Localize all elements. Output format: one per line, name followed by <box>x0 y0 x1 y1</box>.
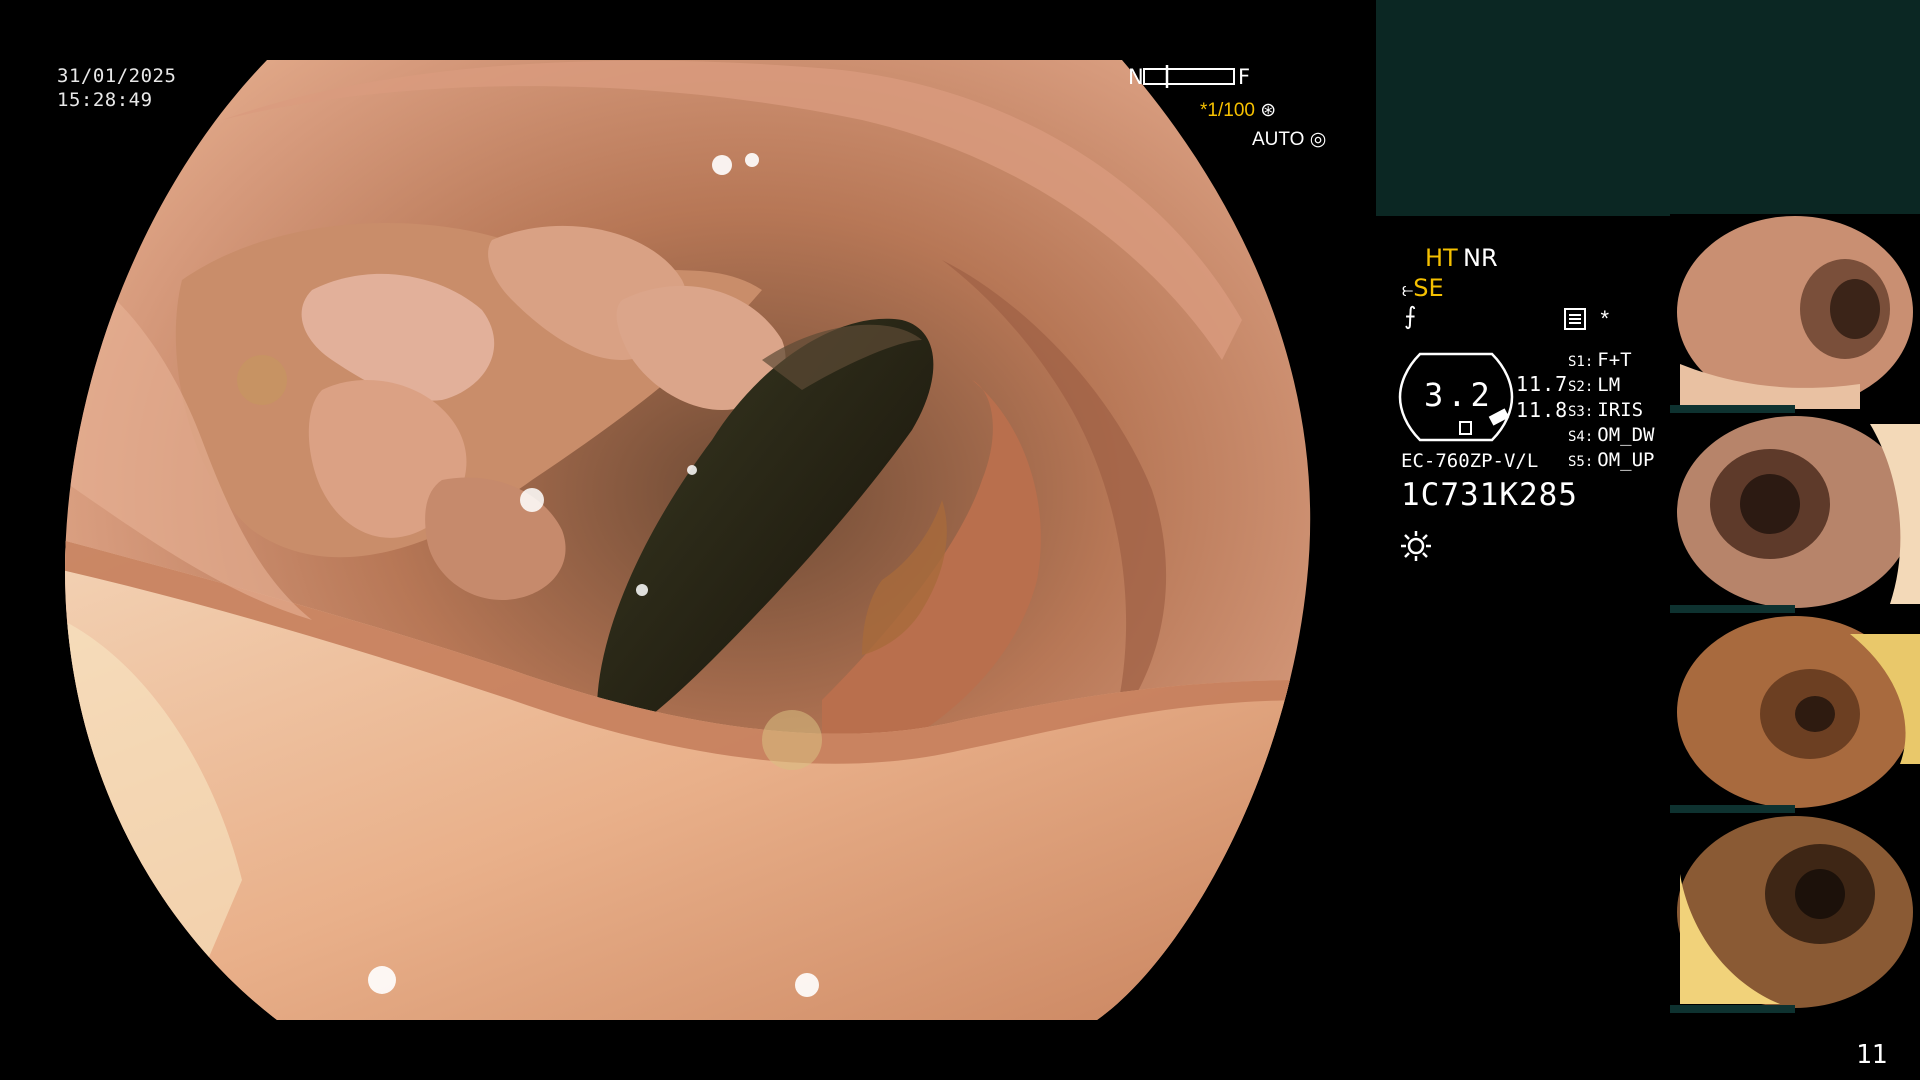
near-letter: N <box>1128 65 1144 89</box>
aperture-icon: ⊛ <box>1260 100 1277 121</box>
ht-label: HT <box>1425 244 1458 272</box>
record-icon <box>1564 308 1586 330</box>
asterisk-indicator: * <box>1600 306 1610 331</box>
capture-thumbnail-4[interactable] <box>1670 814 1920 1009</box>
se-row: ⥼SE <box>1402 274 1444 302</box>
se-label: SE <box>1413 274 1444 302</box>
status-icon-row: * <box>1564 306 1609 332</box>
zoom-side-b: 11.8 <box>1516 398 1569 422</box>
page-number: 11 <box>1856 1040 1888 1070</box>
near-far-scale: N F <box>1128 64 1253 90</box>
capture-thumbnail-3[interactable] <box>1670 614 1920 809</box>
switch-item: S3: IRIS <box>1568 399 1644 421</box>
time-label: 15:28:49 <box>57 89 153 111</box>
info-panel <box>1376 0 1920 216</box>
light-source-icon <box>1400 530 1432 562</box>
nr-label: NR <box>1463 244 1498 272</box>
iris-icon: ◎ <box>1309 129 1327 150</box>
thumbnail-bar <box>1670 1005 1795 1013</box>
filter-icon: ⨍ <box>1404 302 1417 330</box>
endoscopy-image <box>62 60 1312 1020</box>
date-label: 31/01/2025 <box>57 65 177 87</box>
scope-model: EC-760ZP-V/L <box>1401 450 1539 472</box>
switch-item: S4: OM_DW <box>1568 424 1655 446</box>
enhance-icon: ⥼ <box>1402 277 1414 301</box>
switch-item: S1: F+T <box>1568 349 1632 371</box>
shutter-speed: 1/100 <box>1207 100 1255 121</box>
switch-assignment-list: S1: F+T S2: LM S3: IRIS S4: OM_DW S5: OM_UP <box>1568 348 1655 473</box>
thumbnail-bar <box>1670 405 1795 413</box>
scope-serial: 1C731K285 <box>1401 477 1578 513</box>
zoom-side-a: 11.7 <box>1516 372 1569 396</box>
far-letter: F <box>1238 65 1250 89</box>
shutter-speed-row: *1/100 ⊛ <box>1200 99 1276 122</box>
zoom-value: 3.2 <box>1424 376 1494 414</box>
switch-item: S5: OM_UP <box>1568 449 1655 471</box>
thumbnail-bar <box>1670 805 1795 813</box>
capture-thumbnail-1[interactable] <box>1670 214 1920 409</box>
thumbnail-bar <box>1670 605 1795 613</box>
switch-item: S2: LM <box>1568 374 1621 396</box>
capture-thumbnail-2[interactable] <box>1670 414 1920 609</box>
auto-label: AUTO <box>1252 129 1305 150</box>
auto-mode-row: AUTO ◎ <box>1252 128 1326 151</box>
